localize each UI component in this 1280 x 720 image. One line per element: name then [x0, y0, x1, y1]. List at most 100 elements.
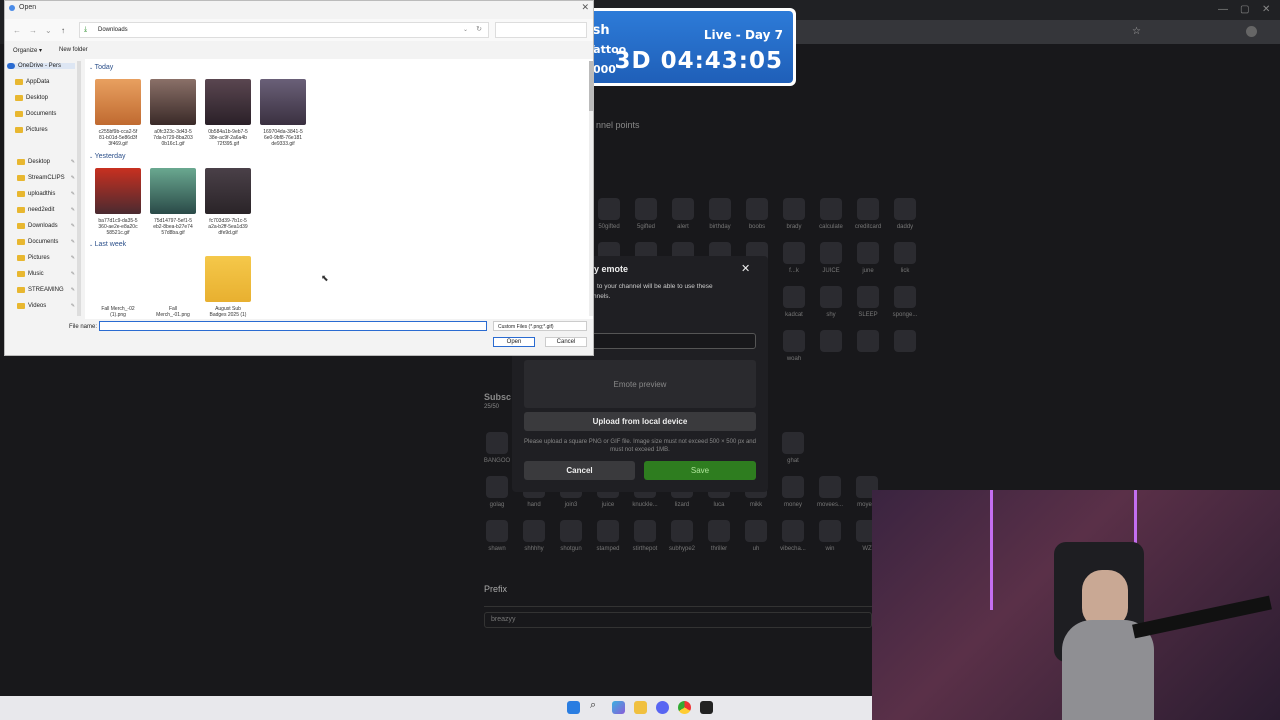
search-input[interactable]: [495, 22, 587, 38]
back-icon[interactable]: ←: [13, 26, 21, 35]
file-thumbnail[interactable]: [260, 79, 306, 125]
new-folder-button[interactable]: New folder: [59, 47, 88, 53]
dialog-cancel-button[interactable]: Cancel: [545, 337, 587, 347]
emote-tile[interactable]: [857, 242, 879, 264]
group-yesterday[interactable]: ⌄ Yesterday: [89, 153, 125, 160]
file-thumbnail[interactable]: [95, 168, 141, 214]
emote-tile[interactable]: [894, 330, 916, 352]
emote-tile[interactable]: [894, 198, 916, 220]
emote-tile[interactable]: [523, 520, 545, 542]
path-chevron-icon[interactable]: ⌄: [463, 26, 468, 33]
file-name-input[interactable]: [99, 321, 487, 331]
emote-tile[interactable]: [672, 198, 694, 220]
search-icon[interactable]: ⌕: [590, 699, 603, 712]
sidebar-item[interactable]: STREAMING ✎: [17, 287, 75, 293]
emote-tile[interactable]: [820, 286, 842, 308]
sidebar-item[interactable]: Downloads ✎: [17, 223, 75, 229]
emote-tile[interactable]: [857, 198, 879, 220]
emote-tile[interactable]: [857, 330, 879, 352]
sidebar-scrollbar[interactable]: [77, 61, 81, 316]
emote-tile[interactable]: [782, 476, 804, 498]
emote-tile[interactable]: [746, 198, 768, 220]
refresh-icon[interactable]: ↻: [476, 25, 482, 33]
sidebar-item[interactable]: StreamCLIPS ✎: [17, 175, 75, 181]
folder-icon: [15, 111, 23, 117]
emote-tile[interactable]: [819, 520, 841, 542]
emote-tile[interactable]: [634, 520, 656, 542]
sidebar-item[interactable]: Pictures: [15, 127, 75, 133]
group-today[interactable]: ⌄ Today: [89, 64, 113, 71]
emote-tile[interactable]: [783, 198, 805, 220]
emote-tile[interactable]: [635, 198, 657, 220]
file-thumbnail[interactable]: [150, 79, 196, 125]
sidebar-item[interactable]: AppData: [15, 79, 75, 85]
emote-tile[interactable]: [598, 198, 620, 220]
discord-icon[interactable]: [656, 701, 669, 714]
forward-icon[interactable]: →: [29, 26, 37, 35]
file-name: August Sub Badges 2025 (1): [209, 306, 247, 318]
sidebar-item[interactable]: Documents: [15, 111, 75, 117]
emote-tile[interactable]: [894, 286, 916, 308]
emote-tile[interactable]: [782, 432, 804, 454]
emote-tile[interactable]: [820, 242, 842, 264]
emote-tile[interactable]: [486, 432, 508, 454]
folder-icon[interactable]: [205, 256, 251, 302]
file-thumbnail[interactable]: [205, 168, 251, 214]
dialog-close-icon[interactable]: ✕: [581, 2, 589, 13]
emote-tile[interactable]: [820, 330, 842, 352]
path-bar[interactable]: ⤓ Downloads ⌄ ↻: [79, 22, 489, 38]
star-icon[interactable]: ☆: [1132, 26, 1141, 37]
sidebar-item[interactable]: OneDrive - Pers: [7, 63, 75, 69]
content-scrollbar[interactable]: [589, 61, 593, 316]
chrome-taskbar-icon[interactable]: [678, 701, 691, 714]
sidebar-item[interactable]: Videos ✎: [17, 303, 75, 309]
open-button[interactable]: Open: [493, 337, 535, 347]
emote-tile[interactable]: [857, 286, 879, 308]
minimize-icon[interactable]: —: [1218, 4, 1228, 15]
emote-tile[interactable]: [709, 198, 731, 220]
sidebar-item[interactable]: uploadthis ✎: [17, 191, 75, 197]
obs-icon[interactable]: [700, 701, 713, 714]
file-thumbnail[interactable]: [150, 256, 196, 302]
upload-button[interactable]: Upload from local device: [524, 412, 756, 431]
prefix-input[interactable]: breazyy: [484, 612, 872, 628]
emote-tile[interactable]: [820, 198, 842, 220]
sidebar-item[interactable]: Desktop: [15, 95, 75, 101]
modal-save-button[interactable]: Save: [644, 461, 756, 480]
emote-tile[interactable]: [783, 286, 805, 308]
sidebar-item[interactable]: Pictures ✎: [17, 255, 75, 261]
file-type-select[interactable]: Custom Files (*.png;*.gif): [493, 321, 587, 331]
emote-tile[interactable]: [819, 476, 841, 498]
emote-tile[interactable]: [486, 476, 508, 498]
file-thumbnail[interactable]: [150, 168, 196, 214]
sidebar-item[interactable]: Music ✎: [17, 271, 75, 277]
emote-tile[interactable]: [783, 242, 805, 264]
modal-close-icon[interactable]: ✕: [741, 262, 750, 275]
emote-tile[interactable]: [745, 520, 767, 542]
modal-cancel-button[interactable]: Cancel: [524, 461, 635, 480]
sidebar-item[interactable]: Documents ✎: [17, 239, 75, 245]
emote-tile[interactable]: [708, 520, 730, 542]
file-explorer-icon[interactable]: [634, 701, 647, 714]
emote-tile[interactable]: [560, 520, 582, 542]
emote-tile[interactable]: [597, 520, 619, 542]
sidebar-item[interactable]: Desktop ✎: [17, 159, 75, 165]
emote-tile[interactable]: [894, 242, 916, 264]
emote-tile[interactable]: [783, 330, 805, 352]
sidebar-item[interactable]: need2edit ✎: [17, 207, 75, 213]
profile-avatar[interactable]: [1246, 26, 1257, 37]
file-thumbnail[interactable]: [95, 256, 141, 302]
group-last-week[interactable]: ⌄ Last week: [89, 241, 126, 248]
recent-chevron-icon[interactable]: ⌄: [45, 26, 52, 35]
close-icon[interactable]: ✕: [1262, 4, 1270, 15]
emote-tile[interactable]: [782, 520, 804, 542]
up-icon[interactable]: ↑: [61, 26, 65, 35]
emote-tile[interactable]: [486, 520, 508, 542]
file-thumbnail[interactable]: [95, 79, 141, 125]
organize-button[interactable]: Organize ▾: [13, 47, 42, 54]
copilot-icon[interactable]: [612, 701, 625, 714]
start-icon[interactable]: [567, 701, 580, 714]
file-thumbnail[interactable]: [205, 79, 251, 125]
maximize-icon[interactable]: ▢: [1240, 4, 1249, 15]
emote-tile[interactable]: [671, 520, 693, 542]
